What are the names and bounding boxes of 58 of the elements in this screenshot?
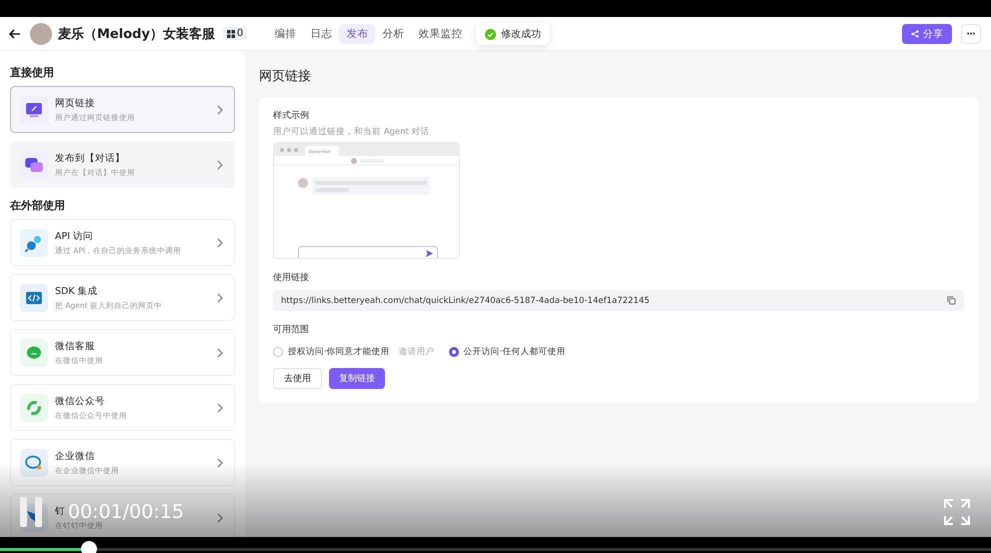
card-title: 企业微信 — [55, 450, 95, 462]
nav-tab[interactable]: 发布 — [339, 24, 376, 44]
nav-tab[interactable]: 效果监控 — [411, 24, 470, 44]
card-title: API 访问 — [55, 230, 94, 242]
back-arrow-icon[interactable] — [8, 26, 22, 40]
grid-icon — [226, 30, 235, 38]
field-label: 可用范围 — [273, 324, 310, 336]
chevron-right-icon — [216, 512, 224, 522]
chat-bubble-icon — [20, 338, 48, 366]
field-label: 样式示例 — [273, 110, 310, 122]
chat-bubbles-icon — [20, 150, 48, 178]
chevron-right-icon — [216, 292, 224, 302]
progress-track[interactable] — [0, 541, 991, 553]
badge-count: 0 — [236, 28, 244, 39]
radio-label[interactable]: 授权访问·你同意才能使用 — [288, 346, 390, 358]
monitor-icon — [20, 96, 48, 124]
more-button[interactable] — [961, 24, 981, 44]
card-title: 微信客服 — [55, 340, 95, 352]
share-button[interactable]: 分享 — [902, 24, 952, 44]
chevron-right-icon — [216, 160, 224, 170]
chevron-right-icon — [216, 402, 224, 412]
nav-tab[interactable]: 编排 — [267, 24, 304, 44]
chevron-right-icon — [216, 104, 224, 114]
link-field[interactable]: https://links.betteryeah.com/chat/quickLink/e2740ac6-5187-4ada-be10-14ef1a722145 — [273, 290, 964, 311]
send-icon — [426, 250, 433, 257]
chevron-right-icon — [216, 458, 224, 468]
video-time: 00:01/00:15 — [68, 501, 184, 523]
more-icon — [967, 32, 975, 35]
chevron-right-icon — [216, 348, 224, 358]
radio-label[interactable]: 公开访问·任何人都可使用 — [464, 346, 566, 358]
plug-icon — [20, 228, 48, 256]
card-title: 钉 — [55, 504, 65, 518]
chevron-right-icon — [216, 238, 224, 248]
page-title: 网页链接 — [259, 68, 312, 85]
toast-message: 修改成功 — [501, 28, 541, 41]
section-heading: 在外部使用 — [10, 198, 66, 213]
circular-arrows-icon — [20, 394, 48, 422]
copy-link-button[interactable]: 复制链接 — [329, 368, 385, 389]
card-title: SDK 集成 — [55, 284, 98, 298]
copy-icon[interactable] — [947, 296, 956, 305]
check-circle-icon — [485, 28, 496, 40]
section-heading: 直接使用 — [10, 65, 55, 80]
code-icon — [20, 284, 48, 312]
card-title: 网页链接 — [55, 96, 95, 110]
pause-icon[interactable] — [20, 497, 42, 527]
progress-handle[interactable] — [81, 541, 98, 553]
card-title: 发布到【对话】 — [55, 152, 125, 164]
nav-tab[interactable]: 日志 — [303, 24, 340, 44]
speech-bubble-icon — [20, 448, 48, 476]
avatar — [30, 22, 52, 44]
agent-title: 麦乐（Melody）女装客服 — [58, 26, 215, 42]
preview-description: 用户可以通过链接，和当前 Agent 对话 — [273, 126, 431, 138]
card-title: 微信公众号 — [55, 394, 105, 408]
use-button[interactable]: 去使用 — [273, 368, 322, 389]
field-label: 使用链接 — [273, 272, 310, 284]
share-icon — [911, 30, 919, 38]
radio-button[interactable] — [448, 347, 459, 357]
nav-tab[interactable]: 分析 — [375, 24, 412, 44]
